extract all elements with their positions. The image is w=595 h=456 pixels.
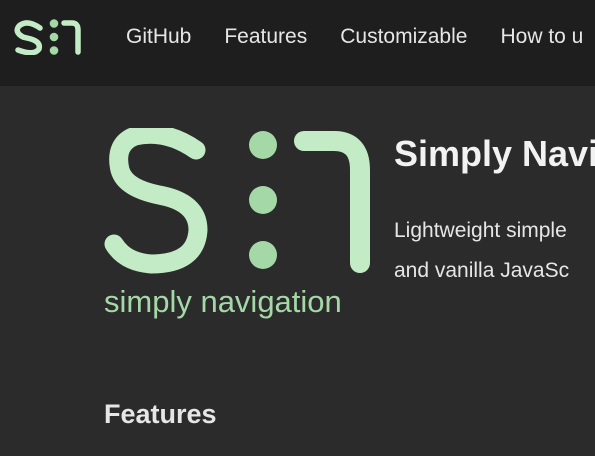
nav-link-github[interactable]: GitHub (126, 24, 191, 50)
sn-logo-icon[interactable] (14, 19, 82, 55)
sn-logo-icon (104, 128, 370, 274)
hero-description-line: Lightweight simple (394, 219, 567, 242)
hero-title: Simply Navi (394, 133, 595, 174)
top-navbar: GitHub Features Customizable How to u (0, 0, 595, 86)
hero-description: Lightweight simple and vanilla JavaSc (394, 211, 569, 291)
main-content: simply navigation Simply Navi Lightweigh… (0, 86, 595, 456)
nav-link-how-to-use[interactable]: How to u (500, 24, 583, 50)
nav-links: GitHub Features Customizable How to u (126, 24, 595, 50)
nav-link-customizable[interactable]: Customizable (340, 24, 467, 50)
hero-description-line: and vanilla JavaSc (394, 259, 570, 282)
features-heading: Features (104, 399, 217, 429)
hero-tagline: simply navigation (104, 284, 342, 319)
nav-link-features[interactable]: Features (224, 24, 307, 50)
